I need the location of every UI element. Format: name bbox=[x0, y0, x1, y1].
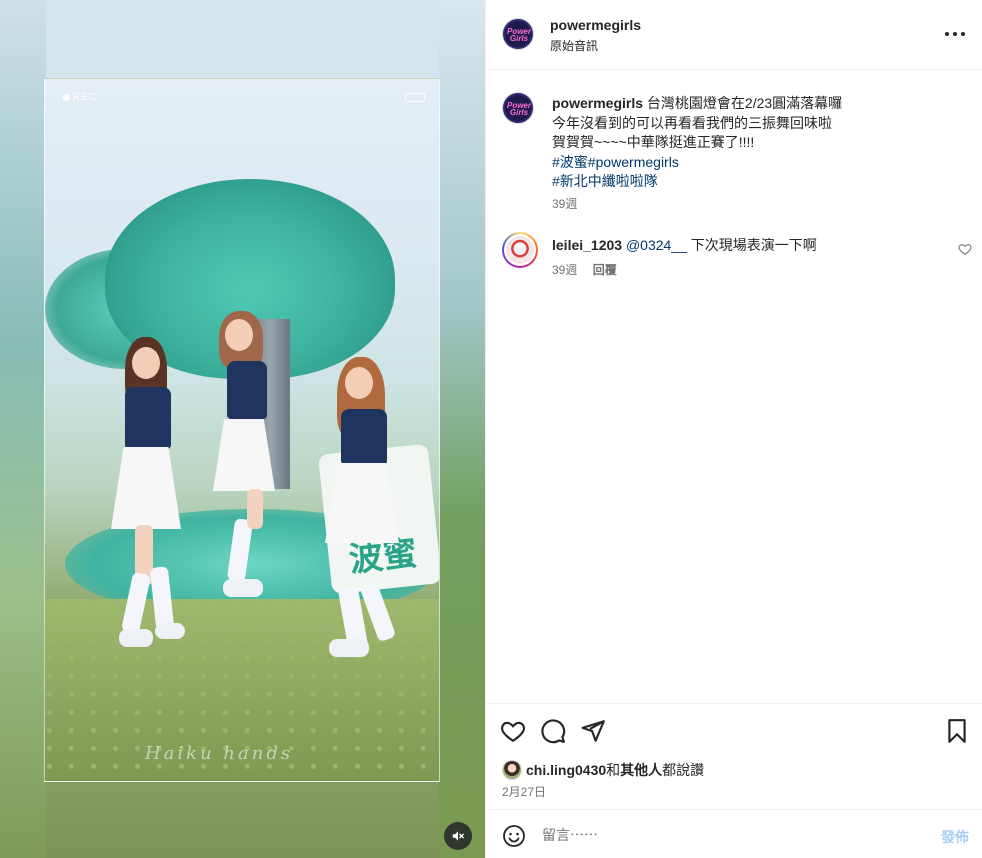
avatar[interactable] bbox=[502, 232, 538, 268]
dot-icon bbox=[953, 32, 957, 36]
post-comment-button[interactable]: 發佈 bbox=[941, 827, 969, 847]
comment-text: leilei_1203 @0324__ 下次現場表演一下啊 bbox=[552, 236, 942, 254]
caption-username[interactable]: powermegirls bbox=[552, 95, 643, 111]
emoji-icon[interactable] bbox=[502, 824, 526, 848]
brand-logo: Power Girls bbox=[506, 27, 531, 43]
post-media[interactable]: REC 波蜜 Haiku hands bbox=[0, 0, 485, 858]
comment-composer: 發佈 bbox=[486, 809, 982, 858]
avatar bbox=[502, 760, 522, 780]
media-blur-left bbox=[0, 0, 46, 858]
heart-icon[interactable] bbox=[958, 242, 972, 256]
audio-link[interactable]: 原始音訊 bbox=[550, 37, 598, 54]
dancer bbox=[107, 337, 197, 667]
post-details-panel: Power Girls powermegirls 原始音訊 Power Girl… bbox=[485, 0, 982, 858]
brand-logo: Power Girls bbox=[506, 101, 531, 117]
hashtag-link[interactable]: #powermegirls bbox=[588, 153, 679, 173]
video-watermark: Haiku hands bbox=[145, 743, 294, 764]
action-bar: chi.ling0430 和其他人 都說讚 2月27日 bbox=[486, 703, 982, 809]
comment-input[interactable] bbox=[542, 822, 912, 848]
post-dialog: REC 波蜜 Haiku hands Power Girls powermegi… bbox=[0, 0, 982, 858]
avatar[interactable]: Power Girls bbox=[502, 92, 534, 124]
video-frame[interactable]: REC 波蜜 Haiku hands bbox=[44, 78, 440, 782]
caption-timestamp[interactable]: 39週 bbox=[552, 195, 577, 212]
caption-line: 今年沒看到的可以再看看我們的三振舞回味啦 bbox=[552, 114, 832, 131]
caption-text: powermegirls 台灣桃園燈會在2/23圓滿落幕囉 今年沒看到的可以再看… bbox=[552, 94, 952, 192]
rec-indicator: REC bbox=[63, 92, 97, 103]
hashtag-link[interactable]: #新北中纖啦啦隊 bbox=[552, 172, 658, 192]
dot-icon bbox=[945, 32, 949, 36]
dot-icon bbox=[961, 32, 965, 36]
dancer bbox=[205, 311, 295, 611]
media-blur-right bbox=[439, 0, 485, 858]
share-icon[interactable] bbox=[580, 718, 606, 744]
comment-meta: 39週 回覆 bbox=[552, 261, 617, 278]
post-header: Power Girls powermegirls 原始音訊 bbox=[486, 0, 982, 70]
battery-icon bbox=[405, 93, 425, 102]
post-date[interactable]: 2月27日 bbox=[502, 783, 546, 800]
username-link[interactable]: powermegirls bbox=[550, 17, 641, 33]
mention-link[interactable]: @0324__ bbox=[626, 237, 687, 253]
comment-body: 下次現場表演一下啊 bbox=[690, 237, 817, 253]
more-options-button[interactable] bbox=[943, 24, 967, 44]
likes-summary[interactable]: chi.ling0430 和其他人 都說讚 bbox=[502, 760, 704, 780]
dancer bbox=[325, 357, 415, 667]
mute-button[interactable] bbox=[444, 822, 472, 850]
heart-icon[interactable] bbox=[500, 718, 526, 744]
comment-username[interactable]: leilei_1203 bbox=[552, 237, 622, 253]
caption-line: 台灣桃園燈會在2/23圓滿落幕囉 bbox=[646, 95, 843, 111]
likes-suffix: 都說讚 bbox=[662, 762, 705, 778]
caption-line: 賀賀賀~~~~中華隊挺進正賽了!!!! bbox=[552, 134, 755, 150]
comment-timestamp[interactable]: 39週 bbox=[552, 263, 577, 277]
liker-username[interactable]: chi.ling0430 bbox=[526, 762, 606, 778]
avatar[interactable]: Power Girls bbox=[502, 18, 534, 50]
likes-others-link[interactable]: 其他人 bbox=[620, 760, 662, 780]
comment-icon[interactable] bbox=[540, 718, 566, 744]
reply-button[interactable]: 回覆 bbox=[593, 263, 617, 277]
bookmark-icon[interactable] bbox=[944, 718, 970, 744]
hashtag-link[interactable]: #波蜜 bbox=[552, 153, 588, 173]
speaker-muted-icon bbox=[452, 831, 464, 841]
likes-joiner: 和 bbox=[606, 762, 621, 778]
